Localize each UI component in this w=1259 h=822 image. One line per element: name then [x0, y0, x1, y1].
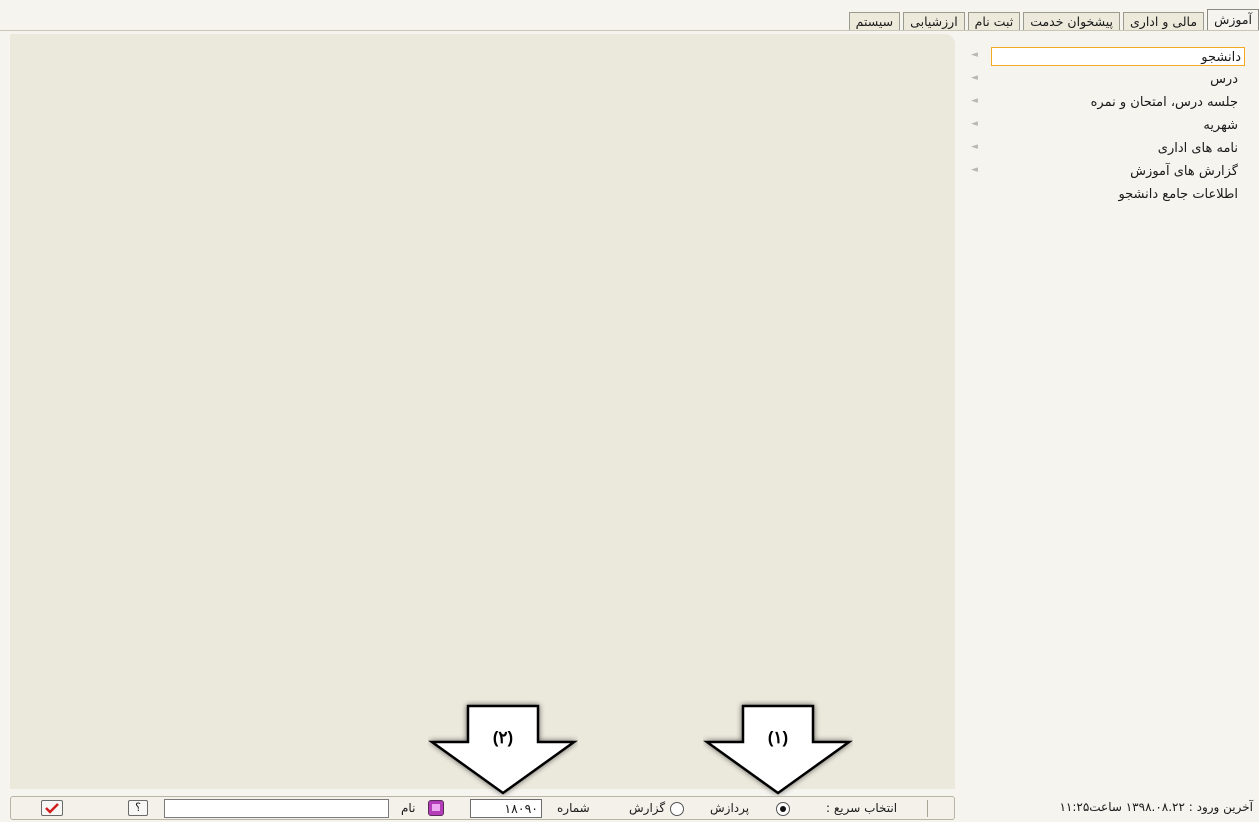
bottom-status-bar: ؟ نام ۱۸۰۹۰ شماره گزارش پردازش انتخاب سر… [10, 796, 1259, 820]
menu-item-label: نامه های اداری [1157, 141, 1238, 156]
submenu-arrow-icon: ◄ [971, 50, 979, 60]
menu-item-course[interactable]: درس ◄ [959, 69, 1259, 90]
report-radio-label: گزارش [629, 801, 666, 815]
menu-item-label: گزارش های آموزش [1130, 164, 1238, 179]
confirm-button[interactable] [41, 800, 63, 816]
quick-select-label: انتخاب سریع : [826, 801, 898, 815]
checkmark-icon [45, 803, 59, 814]
submenu-arrow-icon: ◄ [971, 73, 979, 83]
main-content-panel [10, 34, 955, 789]
last-login-text: آخرین ورود : ۱۳۹۸.۰۸.۲۲ ساعت۱۱:۲۵ [1059, 800, 1253, 814]
process-radio[interactable] [776, 802, 790, 816]
menu-item-label: دانشجو [991, 47, 1245, 66]
tab-education[interactable]: آموزش [1207, 9, 1259, 30]
annotation-label: (۲) [492, 728, 514, 747]
down-arrow-icon [428, 704, 578, 795]
submenu-arrow-icon: ◄ [971, 165, 979, 175]
top-tab-bar: آموزش مالی و اداری پیشخوان خدمت ثبت نام … [846, 9, 1259, 30]
down-arrow-icon [703, 704, 853, 795]
submenu-arrow-icon: ◄ [971, 119, 979, 129]
name-input[interactable] [164, 799, 389, 818]
tab-service-desk[interactable]: پیشخوان خدمت [1023, 12, 1121, 30]
number-label: شماره [557, 801, 590, 815]
menu-item-label: اطلاعات جامع دانشجو [1118, 187, 1238, 202]
menu-item-education-reports[interactable]: گزارش های آموزش ◄ [959, 161, 1259, 182]
menu-item-admin-letters[interactable]: نامه های اداری ◄ [959, 138, 1259, 159]
menu-item-label: شهریه [1203, 118, 1238, 133]
annotation-arrow-1: (۱) [703, 700, 853, 796]
menu-item-student[interactable]: دانشجو ◄ [959, 46, 1259, 67]
sidebar-menu: دانشجو ◄ درس ◄ جلسه درس، امتحان و نمره ◄… [959, 46, 1259, 207]
name-label: نام [401, 801, 416, 815]
tab-finance-admin[interactable]: مالی و اداری [1123, 12, 1205, 30]
submenu-arrow-icon: ◄ [971, 96, 979, 106]
status-divider [927, 800, 928, 817]
help-icon: ؟ [135, 801, 141, 814]
help-button[interactable]: ؟ [128, 800, 148, 816]
annotation-label: (۱) [767, 728, 789, 747]
tab-registration[interactable]: ثبت نام [967, 12, 1021, 30]
submenu-arrow-icon: ◄ [971, 142, 979, 152]
book-icon[interactable] [428, 800, 444, 816]
tab-system[interactable]: سیستم [848, 12, 901, 30]
menu-item-tuition[interactable]: شهریه ◄ [959, 115, 1259, 136]
quick-select-bar: ؟ نام ۱۸۰۹۰ شماره گزارش پردازش انتخاب سر… [10, 796, 955, 820]
menu-item-student-info[interactable]: اطلاعات جامع دانشجو [959, 184, 1259, 205]
tab-evaluation[interactable]: ارزشیابی [903, 12, 965, 30]
menu-item-label: درس [1210, 72, 1238, 87]
tab-bar-divider [0, 30, 1259, 31]
annotation-arrow-2: (۲) [428, 700, 578, 796]
number-input[interactable]: ۱۸۰۹۰ [470, 799, 542, 818]
menu-item-label: جلسه درس، امتحان و نمره [1090, 95, 1238, 110]
process-radio-label: پردازش [710, 801, 750, 815]
menu-item-session-exam-grade[interactable]: جلسه درس، امتحان و نمره ◄ [959, 92, 1259, 113]
report-radio[interactable] [670, 802, 684, 816]
